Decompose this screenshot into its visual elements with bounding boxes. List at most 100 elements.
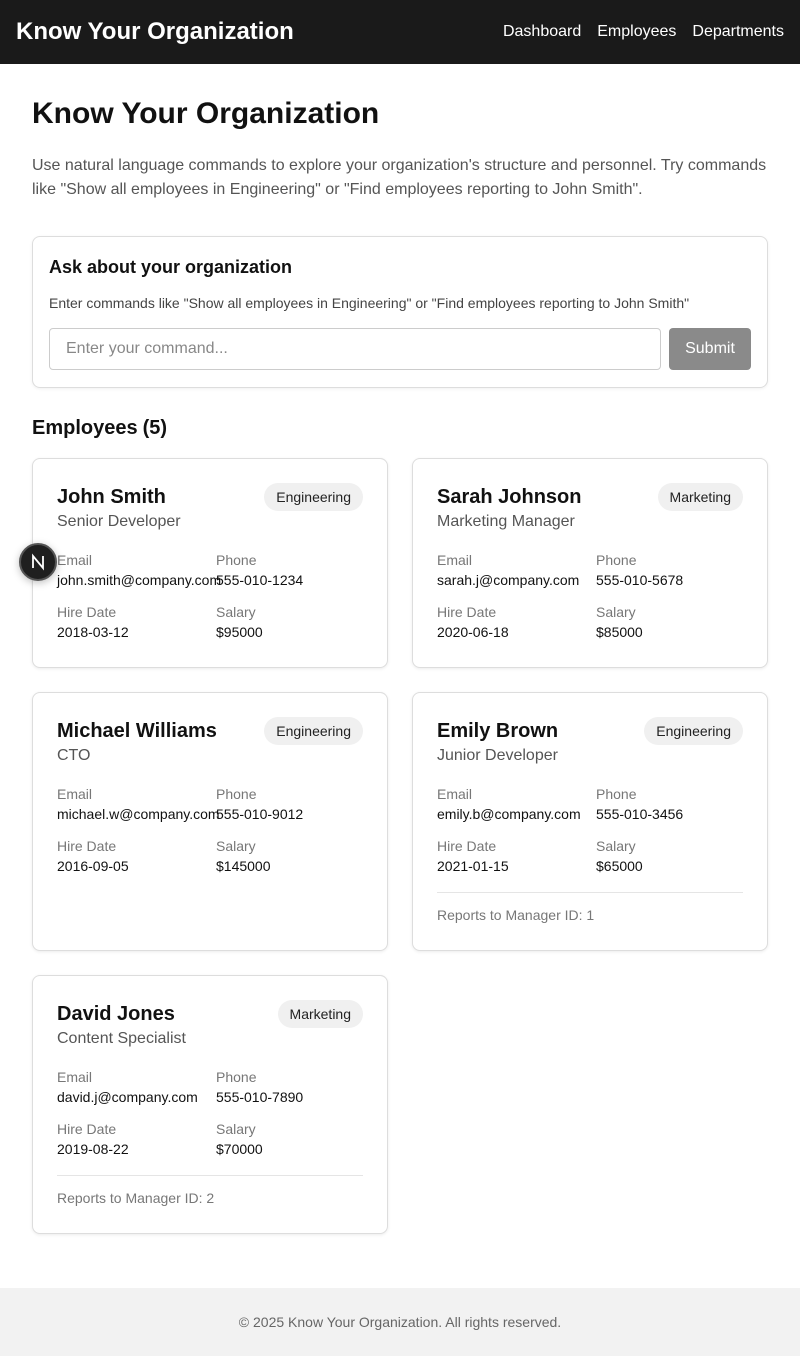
salary-field: Salary $70000: [216, 1119, 366, 1159]
salary-field: Salary $95000: [216, 602, 366, 642]
command-hint: Enter commands like "Show all employees …: [49, 295, 690, 311]
email-label: Email: [57, 552, 93, 568]
phone-label: Phone: [596, 552, 637, 568]
employee-details: Email sarah.j@company.com Phone 555-010-…: [437, 550, 743, 642]
employee-role: CTO: [57, 747, 91, 764]
phone-field: Phone 555-010-3456: [596, 784, 746, 824]
footer-copyright: © 2025 Know Your Organization. All right…: [238, 1314, 562, 1330]
email-field: Email michael.w@company.com: [57, 784, 220, 824]
phone-label: Phone: [216, 1069, 257, 1085]
brand-title[interactable]: Know Your Organization: [16, 18, 294, 46]
email-field: Email david.j@company.com: [57, 1067, 216, 1107]
employee-role: Marketing Manager: [437, 513, 575, 530]
command-panel-title: Ask about your organization: [49, 257, 293, 277]
email-label: Email: [437, 552, 473, 568]
employees-heading-label: Employees: [32, 417, 138, 439]
employee-card[interactable]: David Jones Marketing Content Specialist…: [32, 975, 388, 1234]
salary-field: Salary $85000: [596, 602, 746, 642]
employee-card-header: Michael Williams Engineering: [57, 717, 363, 745]
phone-field: Phone 555-010-9012: [216, 784, 366, 824]
hire-date-label: Hire Date: [437, 604, 497, 620]
employee-name: Emily Brown: [437, 720, 559, 742]
phone-label: Phone: [596, 786, 637, 802]
email-value: michael.w@company.com: [57, 806, 220, 822]
hire-date-label: Hire Date: [57, 838, 117, 854]
salary-value: $65000: [596, 858, 643, 874]
employees-count: (5): [142, 417, 168, 439]
phone-field: Phone 555-010-7890: [216, 1067, 366, 1107]
email-field: Email sarah.j@company.com: [437, 550, 596, 590]
salary-label: Salary: [596, 838, 636, 854]
command-panel: Ask about your organization Enter comman…: [32, 236, 768, 388]
employee-details: Email michael.w@company.com Phone 555-01…: [57, 784, 363, 876]
phone-value: 555-010-5678: [596, 572, 684, 588]
phone-field: Phone 555-010-5678: [596, 550, 746, 590]
email-label: Email: [57, 786, 93, 802]
hire-date-value: 2021-01-15: [437, 858, 509, 874]
employee-card-header: Sarah Johnson Marketing: [437, 483, 743, 511]
salary-label: Salary: [216, 1121, 256, 1137]
page-title: Know Your Organization: [32, 97, 380, 130]
reports-to: Reports to Manager ID: 1: [437, 892, 743, 924]
phone-value: 555-010-7890: [216, 1089, 304, 1105]
employee-name: John Smith: [57, 486, 166, 508]
hire-date-field: Hire Date 2020-06-18: [437, 602, 596, 642]
reports-to: Reports to Manager ID: 2: [57, 1175, 363, 1207]
employee-role: Junior Developer: [437, 747, 558, 764]
phone-value: 555-010-1234: [216, 572, 304, 588]
hire-date-value: 2018-03-12: [57, 624, 129, 640]
employee-card[interactable]: Emily Brown Engineering Junior Developer…: [412, 692, 768, 951]
employee-grid: John Smith Engineering Senior Developer …: [32, 458, 768, 1234]
department-badge: Marketing: [277, 1000, 363, 1028]
phone-value: 555-010-3456: [596, 806, 684, 822]
main-content: Know Your Organization Use natural langu…: [0, 64, 800, 1234]
salary-label: Salary: [216, 838, 256, 854]
submit-button[interactable]: Submit: [669, 328, 751, 370]
employee-card-header: David Jones Marketing: [57, 1000, 363, 1028]
employee-name: David Jones: [57, 1003, 175, 1025]
employee-role: Content Specialist: [57, 1030, 186, 1047]
top-navbar: Know Your Organization Dashboard Employe…: [0, 0, 800, 64]
nextjs-dev-indicator[interactable]: [19, 543, 57, 581]
hire-date-value: 2019-08-22: [57, 1141, 129, 1157]
employee-name: Sarah Johnson: [437, 486, 582, 508]
salary-value: $145000: [216, 858, 271, 874]
employee-card-header: Emily Brown Engineering: [437, 717, 743, 745]
employees-heading: Employees (5): [32, 416, 768, 440]
salary-value: $70000: [216, 1141, 263, 1157]
employee-card[interactable]: John Smith Engineering Senior Developer …: [32, 458, 388, 668]
email-label: Email: [437, 786, 473, 802]
email-value: john.smith@company.com: [57, 572, 222, 588]
intro-text: Use natural language commands to explore…: [32, 157, 767, 198]
salary-label: Salary: [216, 604, 256, 620]
employee-role: Senior Developer: [57, 513, 181, 530]
phone-value: 555-010-9012: [216, 806, 304, 822]
department-badge: Engineering: [264, 717, 363, 745]
command-input[interactable]: [49, 328, 661, 370]
hire-date-value: 2020-06-18: [437, 624, 509, 640]
department-badge: Engineering: [644, 717, 743, 745]
page-footer: © 2025 Know Your Organization. All right…: [0, 1288, 800, 1356]
department-badge: Marketing: [657, 483, 743, 511]
hire-date-field: Hire Date 2016-09-05: [57, 836, 216, 876]
nav-departments-link[interactable]: Departments: [692, 23, 784, 41]
hire-date-field: Hire Date 2018-03-12: [57, 602, 216, 642]
command-form: Submit: [49, 328, 751, 370]
salary-value: $85000: [596, 624, 643, 640]
email-value: sarah.j@company.com: [437, 572, 580, 588]
email-field: Email john.smith@company.com: [57, 550, 222, 590]
nav-employees-link[interactable]: Employees: [597, 23, 676, 41]
employee-name: Michael Williams: [57, 720, 217, 742]
hire-date-field: Hire Date 2019-08-22: [57, 1119, 216, 1159]
hire-date-label: Hire Date: [57, 604, 117, 620]
phone-label: Phone: [216, 552, 257, 568]
hire-date-label: Hire Date: [437, 838, 497, 854]
nav-dashboard-link[interactable]: Dashboard: [503, 23, 581, 41]
hire-date-field: Hire Date 2021-01-15: [437, 836, 596, 876]
email-label: Email: [57, 1069, 93, 1085]
employee-card[interactable]: Sarah Johnson Marketing Marketing Manage…: [412, 458, 768, 668]
employee-details: Email emily.b@company.com Phone 555-010-…: [437, 784, 743, 876]
hire-date-label: Hire Date: [57, 1121, 117, 1137]
employee-card[interactable]: Michael Williams Engineering CTO Email m…: [32, 692, 388, 951]
salary-value: $95000: [216, 624, 263, 640]
